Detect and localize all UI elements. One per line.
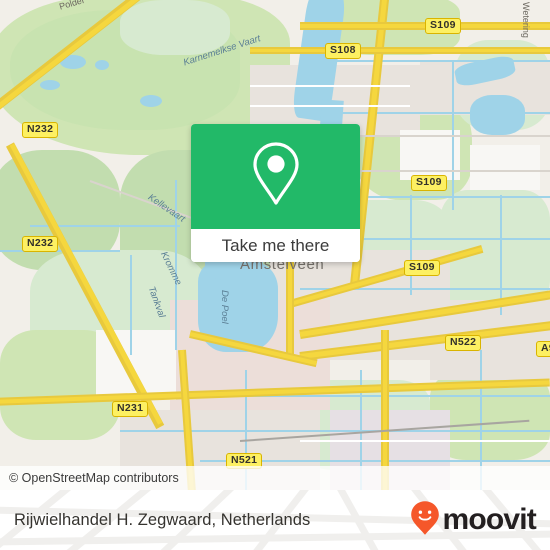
moovit-logo[interactable]: moovit xyxy=(410,500,537,541)
map-water-pond xyxy=(140,95,162,107)
map-street xyxy=(250,105,410,107)
take-me-there-label: Take me there xyxy=(221,235,330,255)
take-me-there-card[interactable]: Take me there xyxy=(191,124,360,262)
footer-bar: Rijwielhandel H. Zegwaard, Netherlands m… xyxy=(0,490,550,550)
map-shield: S109 xyxy=(404,260,440,276)
map-canal xyxy=(340,238,550,240)
map-shield: S109 xyxy=(411,175,447,191)
map-canal xyxy=(0,250,120,252)
map-shield: A9 xyxy=(536,341,550,357)
map-water-canal xyxy=(470,95,525,135)
take-me-there-button[interactable]: Take me there xyxy=(191,229,360,262)
attribution-text: © OpenStreetMap contributors xyxy=(9,471,179,485)
map-shield: S108 xyxy=(325,43,361,59)
map-road-s108 xyxy=(250,49,550,52)
map-shield: N231 xyxy=(112,401,149,417)
map-street xyxy=(300,440,550,442)
map-shield: S109 xyxy=(425,18,461,34)
map-shield: N232 xyxy=(22,236,59,252)
map-water-label: De Poel xyxy=(219,290,230,324)
map-water-pond xyxy=(40,80,60,90)
moovit-map-share-screen: S109 S108 S109 S109 N232 N232 N522 A9 N2… xyxy=(0,0,550,550)
map-water-pond xyxy=(95,60,109,70)
map-road-connector xyxy=(288,260,292,360)
map-landuse-blank xyxy=(470,145,540,190)
map-attribution[interactable]: © OpenStreetMap contributors xyxy=(0,466,550,490)
map-street-label: Wetering xyxy=(521,2,531,38)
moovit-wordmark: moovit xyxy=(442,503,536,536)
map-pin-icon xyxy=(250,140,302,213)
location-title: Rijwielhandel H. Zegwaard, Netherlands xyxy=(14,510,311,529)
map-landuse-blank xyxy=(400,130,460,180)
map-canal xyxy=(410,195,412,295)
map-canal xyxy=(130,255,132,355)
footer-content: Rijwielhandel H. Zegwaard, Netherlands m… xyxy=(0,490,550,550)
map-canal xyxy=(330,60,550,62)
map-shield: N232 xyxy=(22,122,59,138)
map-shield: N522 xyxy=(445,335,482,351)
map-street xyxy=(250,85,410,87)
moovit-smiley-pin-icon xyxy=(410,500,440,541)
poi-card-icon-area xyxy=(191,124,360,229)
